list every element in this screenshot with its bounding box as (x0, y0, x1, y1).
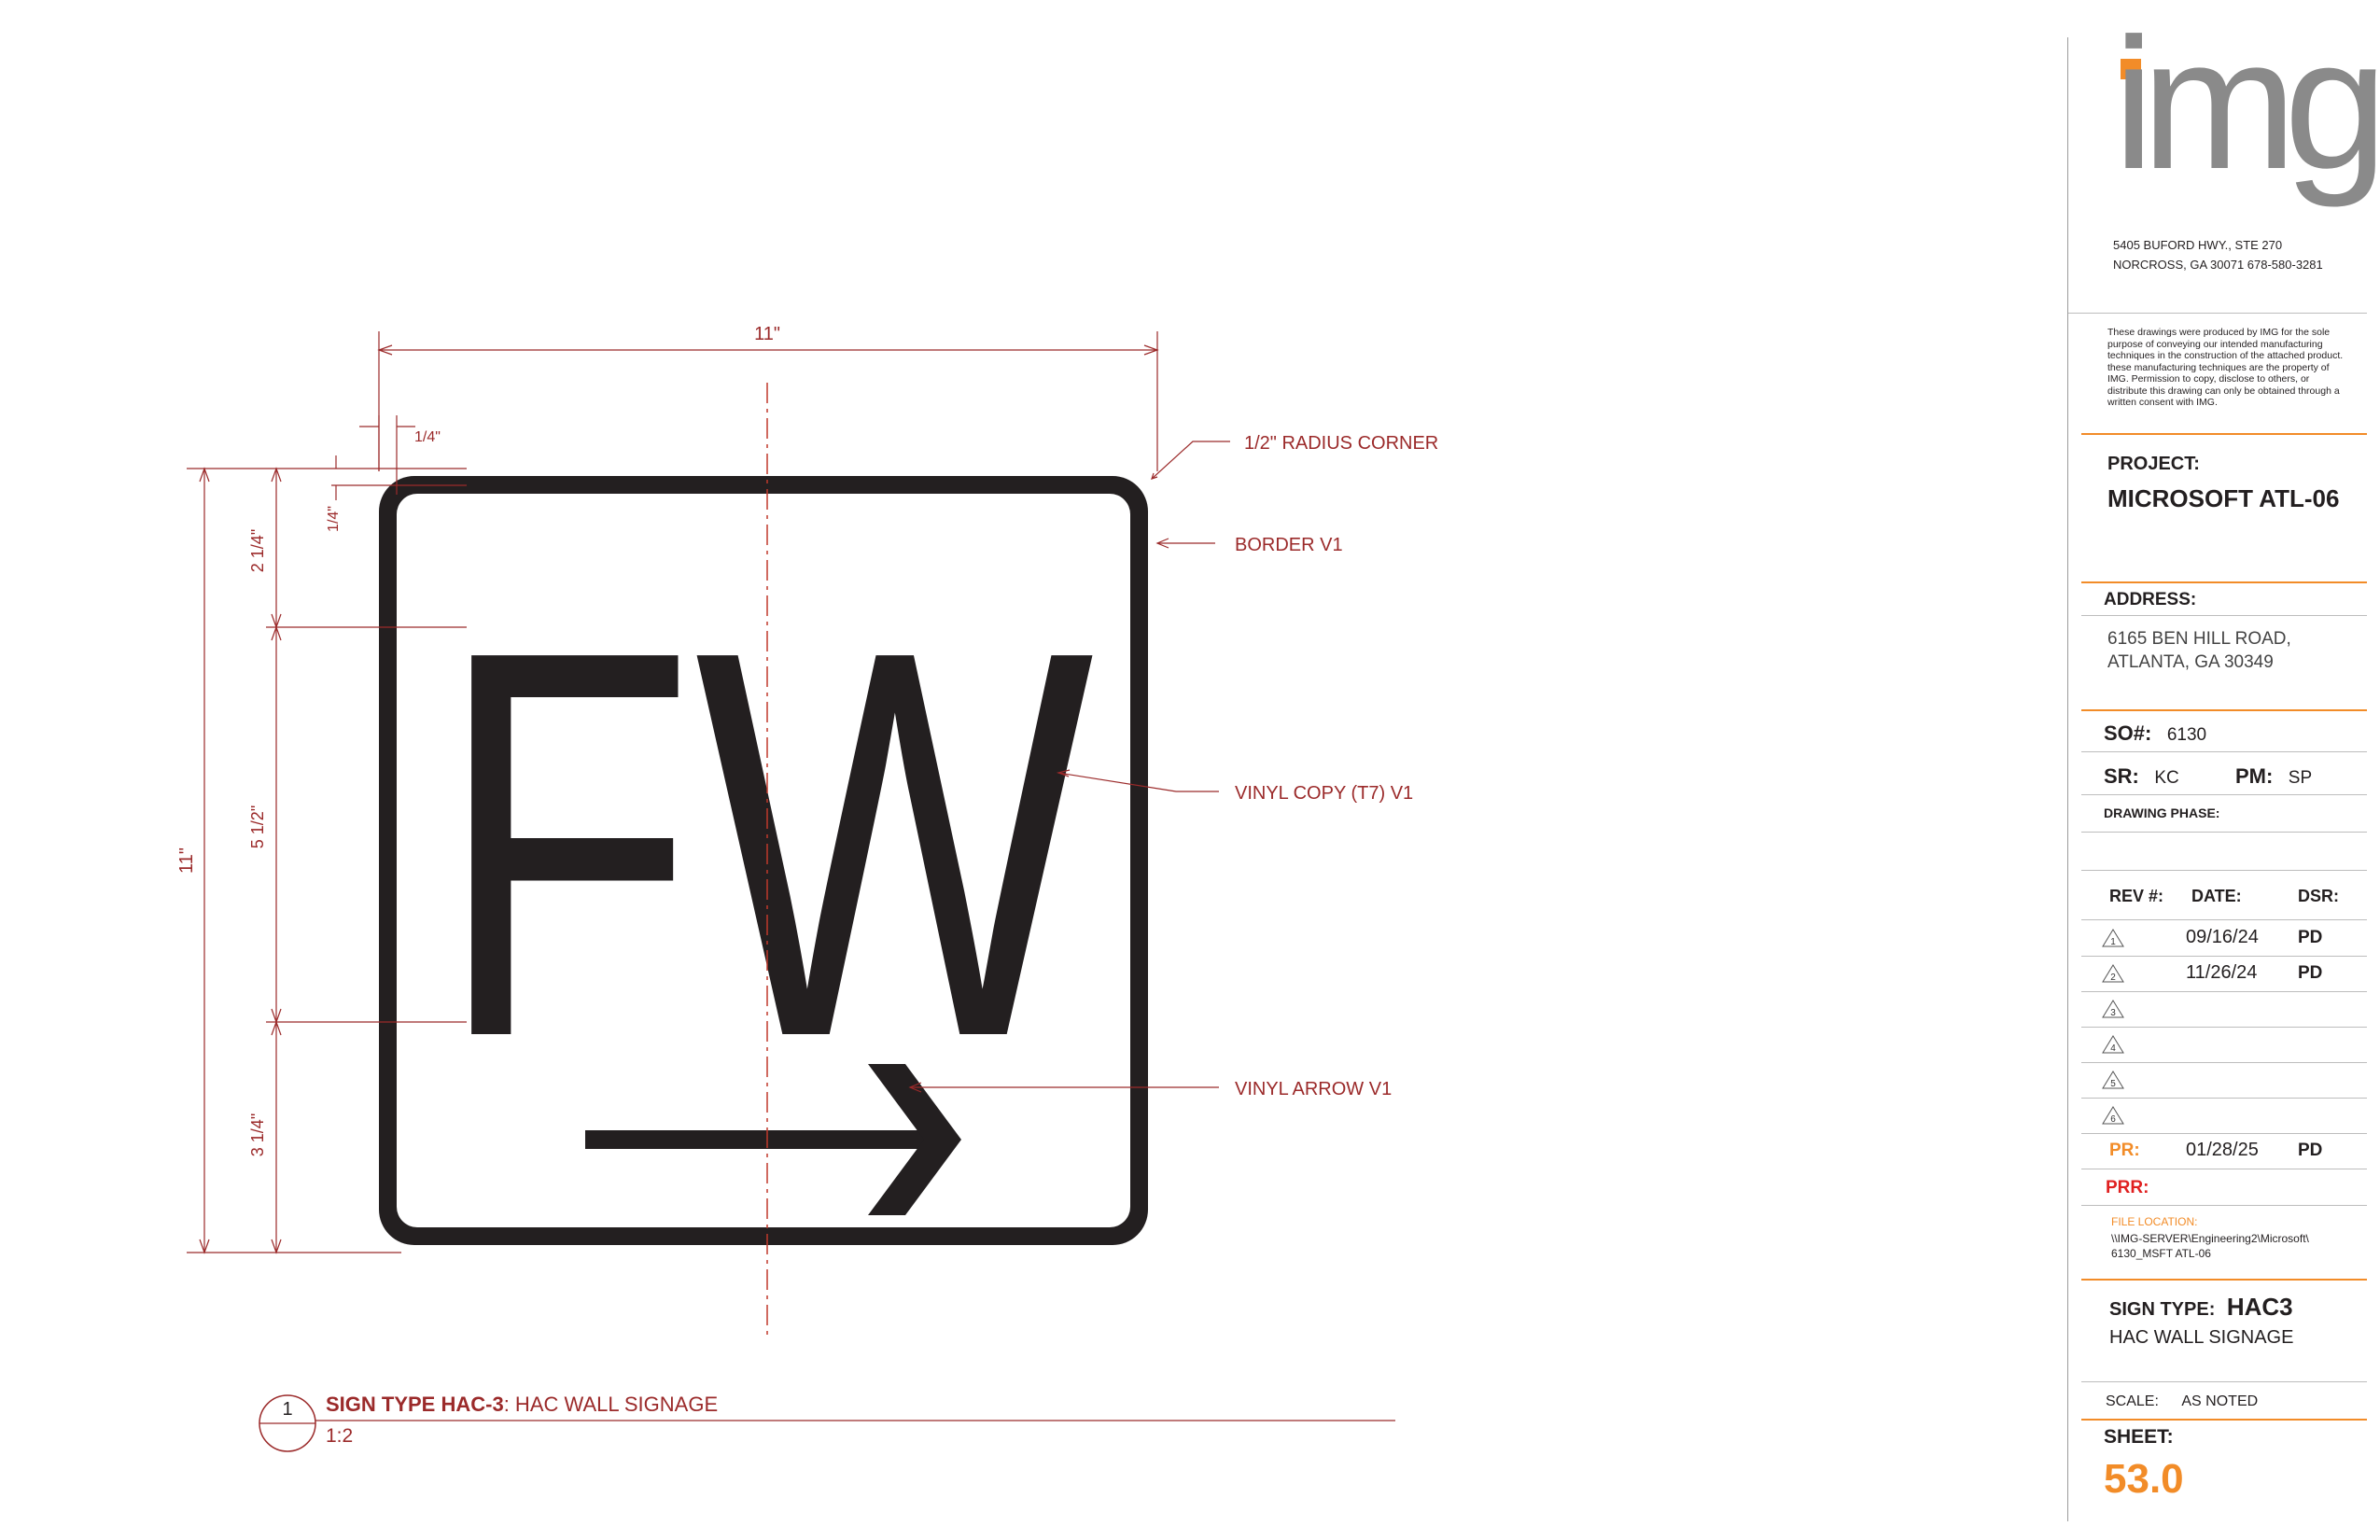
rev-num: 2 (2110, 973, 2116, 983)
pm-row: PM: SP (2235, 764, 2312, 789)
sign-type-row: SIGN TYPE: HAC3 (2109, 1293, 2293, 1322)
sign-type-value: HAC3 (2226, 1293, 2293, 1321)
rev-num: 4 (2110, 1043, 2116, 1054)
so-row: SO#: 6130 (2104, 721, 2206, 746)
rev-dsr: PD (2298, 928, 2323, 947)
so-value: 6130 (2166, 725, 2207, 745)
rev-header: REV #: DATE: DSR: (2081, 881, 2367, 913)
detail-title-text: SIGN TYPE HAC-3: HAC WALL SIGNAGE (326, 1393, 718, 1416)
sign-elevation-drawing: FW 11" 1/4" 11" 2 1/4" 5 1/2" 3 1/4" 1/4… (176, 324, 1438, 1452)
rev-header-dsr: DSR: (2298, 887, 2339, 905)
site-address-2: ATLANTA, GA 30349 (2107, 652, 2274, 672)
rev-row-2: 2 11/26/24 PD (2081, 956, 2367, 992)
pm-value: SP (2288, 768, 2313, 788)
rev-header-date: DATE: (2191, 887, 2242, 905)
border-offset-v-label: 1/4" (326, 506, 342, 532)
address-label: ADDRESS: (2104, 590, 2197, 609)
company-address-2: NORCROSS, GA 30071 678-580-3281 (2113, 258, 2323, 272)
rev-triangle-icon: 1 (2102, 929, 2124, 947)
scale-row: SCALE: AS NOTED (2106, 1393, 2258, 1410)
rev-row-3: 3 (2081, 991, 2367, 1028)
width-dimension (377, 331, 1159, 471)
rev-num: 3 (2110, 1008, 2116, 1018)
rev-date: 09/16/24 (2186, 927, 2259, 947)
rev-num: 5 (2110, 1079, 2116, 1089)
pr-dsr: PD (2298, 1141, 2323, 1160)
detail-scale: 1:2 (326, 1425, 353, 1447)
sign-type-label: SIGN TYPE: (2109, 1299, 2216, 1320)
sign-type-desc: HAC WALL SIGNAGE (2109, 1327, 2294, 1348)
rev-num: 1 (2110, 937, 2116, 947)
logo-text: img (2113, 0, 2380, 208)
disclaimer: These drawings were produced by IMG for … (2107, 327, 2344, 408)
project-label: PROJECT: (2107, 454, 2200, 474)
sr-value: KC (2154, 768, 2179, 788)
bottom-space-label: 3 1/4" (248, 1113, 267, 1156)
rev-triangle-icon: 5 (2102, 1071, 2124, 1089)
title-block: img 5405 BUFORD HWY., STE 270 NORCROSS, … (2067, 11, 2380, 1521)
detail-number: 1 (282, 1399, 292, 1420)
sheet-number: 53.0 (2104, 1456, 2184, 1502)
rev-dsr: PD (2298, 963, 2323, 983)
rev-triangle-icon: 2 (2102, 964, 2124, 983)
rev-row-1: 1 09/16/24 PD (2081, 920, 2367, 957)
project-name: MICROSOFT ATL-06 (2107, 484, 2340, 512)
sheet-label: SHEET: (2104, 1426, 2174, 1448)
pr-row: PR: 01/28/25 PD (2081, 1133, 2367, 1169)
file-location-1: \\IMG-SERVER\Engineering2\Microsoft\ (2111, 1232, 2309, 1245)
company-address-1: 5405 BUFORD HWY., STE 270 (2113, 238, 2283, 252)
pr-label: PR: (2109, 1141, 2140, 1160)
callout-border: BORDER V1 (1235, 535, 1343, 555)
callout-copy: VINYL COPY (T7) V1 (1235, 783, 1413, 804)
site-address-1: 6165 BEN HILL ROAD, (2107, 629, 2291, 649)
border-offset-h-label: 1/4" (414, 429, 441, 445)
height-dimension-label: 11" (176, 847, 197, 874)
rev-row-5: 5 (2081, 1062, 2367, 1099)
detail-title: 1 SIGN TYPE HAC-3: HAC WALL SIGNAGE 1:2 (259, 1393, 1395, 1452)
rev-date: 11/26/24 (2186, 962, 2258, 983)
detail-title-bold: SIGN TYPE HAC-3 (326, 1393, 504, 1416)
rev-triangle-icon: 3 (2102, 1000, 2124, 1018)
rev-num: 6 (2110, 1114, 2116, 1125)
rev-triangle-icon: 6 (2102, 1106, 2124, 1125)
width-dimension-label: 11" (754, 324, 780, 344)
phase-label: DRAWING PHASE: (2104, 805, 2220, 820)
file-location-2: 6130_MSFT ATL-06 (2111, 1247, 2211, 1260)
rev-header-num: REV #: (2109, 887, 2164, 905)
pm-label: PM: (2235, 764, 2274, 788)
callout-arrow: VINYL ARROW V1 (1235, 1079, 1392, 1099)
scale-value: AS NOTED (2181, 1393, 2259, 1409)
rev-triangle-icon: 4 (2102, 1035, 2124, 1054)
sr-row: SR: KC (2104, 764, 2179, 789)
file-location-label: FILE LOCATION: (2111, 1215, 2198, 1228)
callout-corner: 1/2" RADIUS CORNER (1244, 433, 1438, 454)
detail-title-rest: : HAC WALL SIGNAGE (504, 1393, 718, 1416)
top-space-label: 2 1/4" (248, 529, 267, 572)
so-label: SO#: (2104, 721, 2152, 745)
prr-label: PRR: (2106, 1178, 2149, 1197)
img-logo: img (2113, 11, 2380, 243)
scale-label: SCALE: (2106, 1393, 2159, 1409)
sr-label: SR: (2104, 764, 2139, 788)
rev-row-4: 4 (2081, 1027, 2367, 1063)
pr-date: 01/28/25 (2186, 1140, 2259, 1160)
rev-row-6: 6 (2081, 1098, 2367, 1134)
letter-height-label: 5 1/2" (248, 805, 267, 848)
